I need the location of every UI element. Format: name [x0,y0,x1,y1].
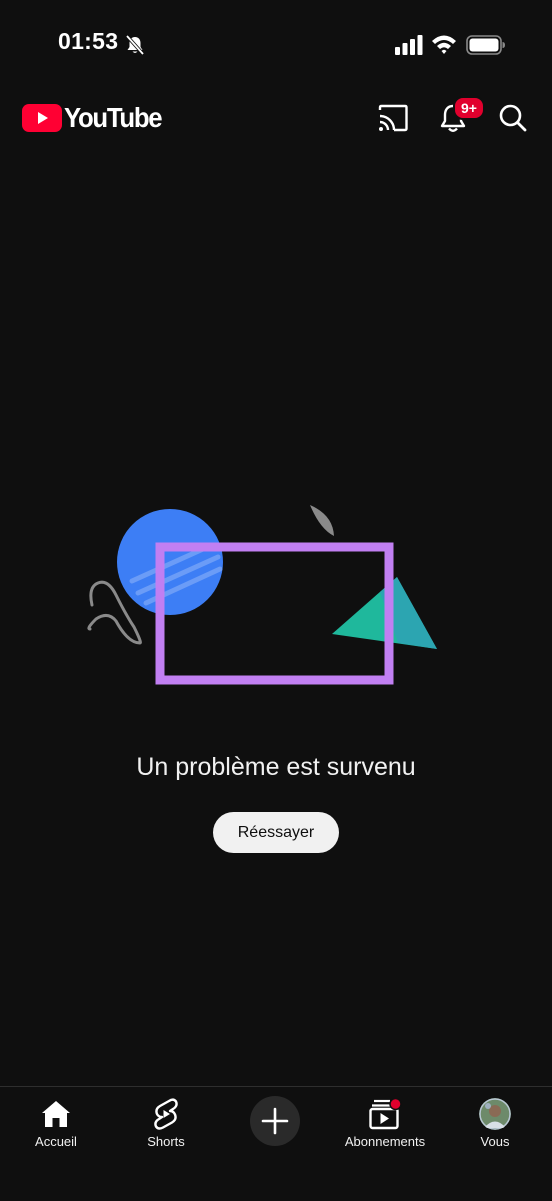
logo-text: YouTube [64,102,163,133]
nav-item-create[interactable] [220,1096,330,1146]
status-bar: 01:53 [0,0,552,90]
notification-badge: 9+ [453,96,485,120]
half-moon-shape [310,505,334,536]
bell-muted-icon [125,34,145,56]
retry-button[interactable]: Réessayer [213,812,339,853]
plus-icon [261,1107,289,1135]
status-time: 01:53 [58,28,119,54]
youtube-logo[interactable]: YouTube [22,100,170,136]
search-icon [499,104,527,132]
nav-label-shorts: Shorts [147,1134,185,1149]
error-illustration [87,505,437,685]
avatar [479,1098,511,1130]
nav-label-home: Accueil [35,1134,77,1149]
nav-item-home[interactable]: Accueil [1,1097,111,1149]
nav-item-subscriptions[interactable]: Abonnements [330,1097,440,1149]
cellular-signal-icon [395,35,423,55]
search-button[interactable] [493,98,533,138]
nav-item-you[interactable]: Vous [440,1097,550,1149]
youtube-play-icon [22,104,62,132]
error-message: Un problème est survenu [136,753,416,781]
nav-label-subscriptions: Abonnements [344,1134,426,1149]
nav-label-you: Vous [480,1134,510,1149]
home-icon [42,1101,70,1127]
bottom-navigation: Accueil Shorts Abonnements Vous [0,1086,552,1201]
cast-button[interactable] [372,98,412,138]
wifi-icon [432,35,456,54]
shorts-icon [154,1098,178,1130]
notifications-button[interactable]: 9+ [433,96,485,138]
battery-icon [466,35,505,55]
app-header: YouTube 9+ [0,90,552,146]
new-content-dot [389,1098,402,1111]
nav-item-shorts[interactable]: Shorts [111,1097,221,1149]
subscriptions-icon [369,1098,402,1130]
create-button[interactable] [250,1096,300,1146]
cast-icon [378,104,408,132]
